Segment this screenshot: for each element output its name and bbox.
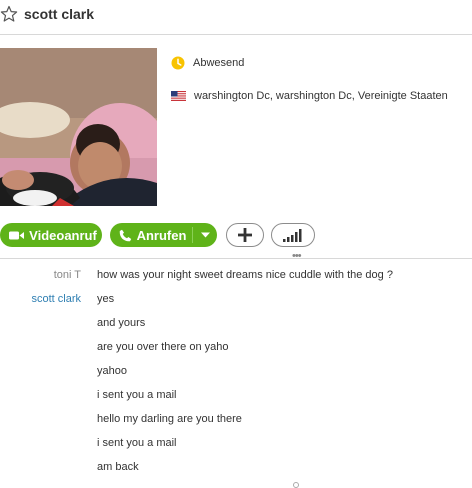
message-text: how was your night sweet dreams nice cud… bbox=[97, 269, 393, 281]
star-outline-icon[interactable] bbox=[0, 5, 18, 23]
profile-photo[interactable] bbox=[0, 48, 157, 206]
message-row: toni T how was your night sweet dreams n… bbox=[0, 266, 472, 290]
location-row: warshington Dc, warshington Dc, Vereinig… bbox=[171, 88, 448, 104]
chat-history: toni T how was your night sweet dreams n… bbox=[0, 266, 472, 482]
message-text: am back bbox=[97, 461, 139, 473]
message-row: i sent you a mail bbox=[0, 434, 472, 458]
signal-bars-icon bbox=[283, 228, 302, 242]
message-text: and yours bbox=[97, 317, 146, 329]
message-text: i sent you a mail bbox=[97, 389, 177, 401]
call-quality-button[interactable] bbox=[271, 223, 315, 247]
phone-icon bbox=[119, 229, 132, 242]
message-row: and yours bbox=[0, 314, 472, 338]
chevron-down-icon bbox=[201, 232, 211, 238]
message-row: am back bbox=[0, 458, 472, 482]
message-text: are you over there on yaho bbox=[97, 341, 229, 353]
call-label: Anrufen bbox=[136, 227, 187, 243]
us-flag-icon bbox=[171, 91, 186, 101]
call-options-dropdown[interactable] bbox=[192, 227, 211, 243]
message-row: are you over there on yaho bbox=[0, 338, 472, 362]
divider bbox=[0, 258, 472, 259]
message-text: hello my darling are you there bbox=[97, 413, 242, 425]
message-row: i sent you a mail bbox=[0, 386, 472, 410]
contact-name: scott clark bbox=[24, 6, 95, 22]
add-button[interactable] bbox=[226, 223, 264, 247]
message-row: scott clark yes bbox=[0, 290, 472, 314]
status-text: Abwesend bbox=[193, 57, 245, 69]
message-text: yes bbox=[97, 293, 115, 305]
plus-icon bbox=[238, 228, 252, 242]
message-sender[interactable]: toni T bbox=[54, 269, 81, 281]
call-button[interactable]: Anrufen bbox=[110, 223, 217, 247]
status-row: Abwesend bbox=[171, 54, 244, 72]
video-call-button[interactable]: Videoanruf bbox=[0, 223, 102, 247]
message-text: yahoo bbox=[97, 365, 127, 377]
conversation-header: scott clark bbox=[0, 0, 472, 35]
location-text: warshington Dc, warshington Dc, Vereinig… bbox=[194, 90, 448, 102]
message-row: yahoo bbox=[0, 362, 472, 386]
away-clock-icon bbox=[171, 56, 185, 70]
scroll-indicator bbox=[293, 482, 299, 488]
more-dots-icon[interactable]: ••• bbox=[292, 250, 302, 262]
message-text: i sent you a mail bbox=[97, 437, 177, 449]
video-call-label: Videoanruf bbox=[29, 227, 97, 243]
video-camera-icon bbox=[9, 230, 25, 241]
message-row: hello my darling are you there bbox=[0, 410, 472, 434]
message-sender[interactable]: scott clark bbox=[31, 293, 81, 305]
